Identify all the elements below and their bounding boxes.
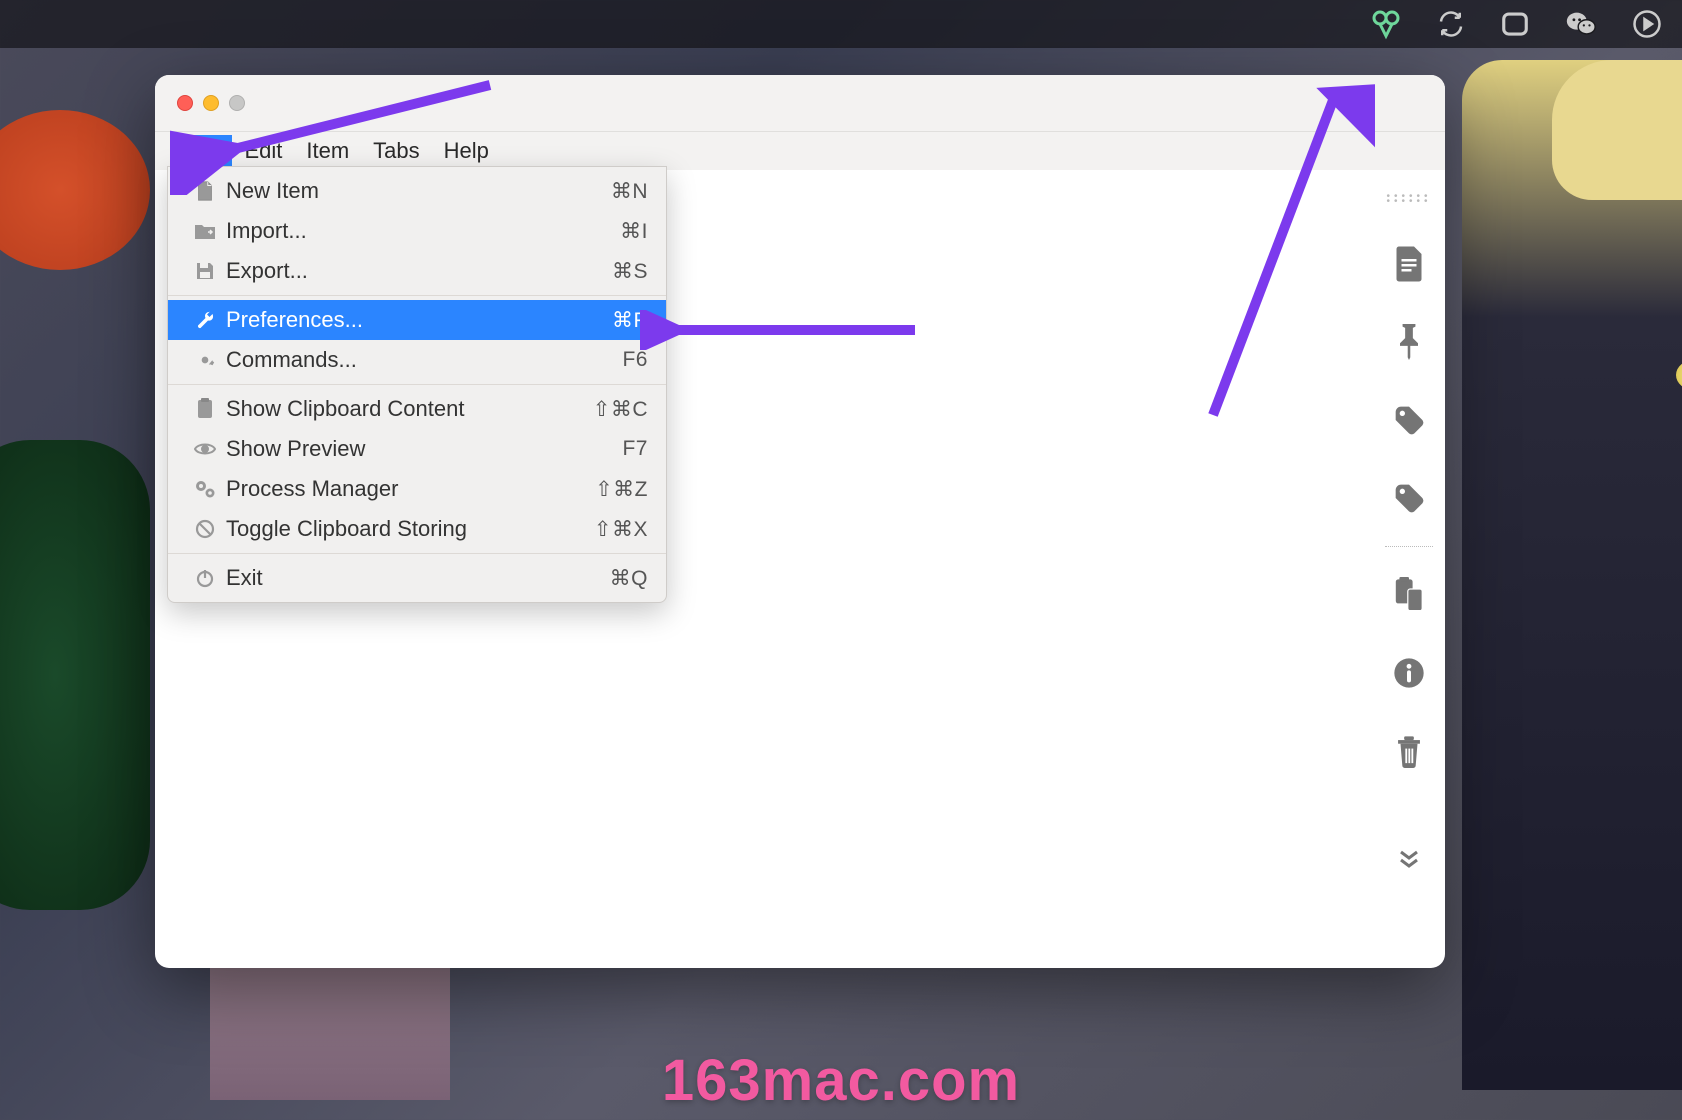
menu-shortcut: ⌘S xyxy=(612,259,648,284)
menu-shortcut: ⇧⌘Z xyxy=(595,477,648,502)
menu-label: Commands... xyxy=(220,347,622,373)
clipboard-app-icon[interactable] xyxy=(1370,8,1402,40)
menu-shortcut: F6 xyxy=(622,348,648,372)
trash-icon[interactable] xyxy=(1391,733,1427,769)
menu-shortcut: ⇧⌘C xyxy=(593,397,648,422)
menu-shortcut: ⇧⌘X xyxy=(594,517,648,542)
menu-shortcut: F7 xyxy=(622,437,648,461)
clipboard-icon xyxy=(190,398,220,420)
prohibit-icon xyxy=(190,519,220,539)
info-icon[interactable] xyxy=(1391,655,1427,691)
menu-new-item[interactable]: New Item ⌘N xyxy=(168,171,666,211)
play-icon[interactable] xyxy=(1632,9,1662,39)
document-new-icon xyxy=(190,180,220,202)
power-icon xyxy=(190,568,220,588)
menu-toggle-storing[interactable]: Toggle Clipboard Storing ⇧⌘X xyxy=(168,509,666,549)
file-dropdown: New Item ⌘N Import... ⌘I Export... ⌘S Pr… xyxy=(167,166,667,603)
menu-export[interactable]: Export... ⌘S xyxy=(168,251,666,291)
close-button[interactable] xyxy=(177,95,193,111)
menu-label: Show Preview xyxy=(220,436,622,462)
menu-label: Exit xyxy=(220,565,610,591)
drag-handle-icon[interactable]: •••••••••••• xyxy=(1385,194,1433,204)
menu-process-manager[interactable]: Process Manager ⇧⌘Z xyxy=(168,469,666,509)
menu-edit[interactable]: Edit xyxy=(232,135,294,167)
folder-import-icon xyxy=(190,222,220,240)
menu-tabs[interactable]: Tabs xyxy=(361,135,431,167)
menu-label: Process Manager xyxy=(220,476,595,502)
wechat-icon[interactable] xyxy=(1564,7,1598,41)
tag-icon[interactable] xyxy=(1391,480,1427,516)
paste-icon[interactable] xyxy=(1391,577,1427,613)
menu-label: New Item xyxy=(220,178,611,204)
menu-label: Import... xyxy=(220,218,620,244)
wrench-icon xyxy=(190,310,220,330)
menu-label: Preferences... xyxy=(220,307,612,333)
app-menubar: File Edit Item Tabs Help xyxy=(155,132,1445,170)
menu-help[interactable]: Help xyxy=(432,135,501,167)
menu-shortcut: ⌘I xyxy=(620,219,648,244)
gears-icon xyxy=(190,479,220,499)
menu-shortcut: ⌘N xyxy=(611,179,648,204)
pin-icon[interactable] xyxy=(1391,324,1427,360)
gear-icon xyxy=(190,350,220,370)
menu-show-preview[interactable]: Show Preview F7 xyxy=(168,429,666,469)
titlebar xyxy=(155,75,1445,132)
minimize-button[interactable] xyxy=(203,95,219,111)
menu-label: Export... xyxy=(220,258,612,284)
sync-icon[interactable] xyxy=(1436,9,1466,39)
macos-menubar xyxy=(0,0,1682,48)
menu-shortcut: ⌘Q xyxy=(610,566,648,591)
watermark-text: 163mac.com xyxy=(662,1047,1020,1114)
menu-label: Toggle Clipboard Storing xyxy=(220,516,594,542)
app-window: File Edit Item Tabs Help New Item ⌘N Imp… xyxy=(155,75,1445,968)
maximize-button[interactable] xyxy=(229,95,245,111)
menu-import[interactable]: Import... ⌘I xyxy=(168,211,666,251)
menu-item[interactable]: Item xyxy=(294,135,361,167)
menu-commands[interactable]: Commands... F6 xyxy=(168,340,666,380)
eye-icon xyxy=(190,441,220,457)
menu-separator xyxy=(168,384,666,385)
bg-decoration xyxy=(1462,60,1682,1090)
right-sidebar: •••••••••••• xyxy=(1373,170,1445,968)
menu-shortcut: ⌘P xyxy=(612,308,648,333)
expand-down-icon[interactable] xyxy=(1391,841,1427,877)
menu-exit[interactable]: Exit ⌘Q xyxy=(168,558,666,598)
menu-separator xyxy=(168,553,666,554)
display-icon[interactable] xyxy=(1500,9,1530,39)
bg-decoration xyxy=(0,440,150,910)
document-icon[interactable] xyxy=(1391,246,1427,282)
menu-preferences[interactable]: Preferences... ⌘P xyxy=(168,300,666,340)
menu-show-clipboard[interactable]: Show Clipboard Content ⇧⌘C xyxy=(168,389,666,429)
bg-decoration xyxy=(0,110,150,270)
menu-file[interactable]: File xyxy=(173,135,232,167)
traffic-lights xyxy=(177,95,245,111)
sidebar-separator xyxy=(1385,546,1433,547)
menu-separator xyxy=(168,295,666,296)
save-icon xyxy=(190,261,220,281)
menu-label: Show Clipboard Content xyxy=(220,396,593,422)
tag-icon[interactable] xyxy=(1391,402,1427,438)
